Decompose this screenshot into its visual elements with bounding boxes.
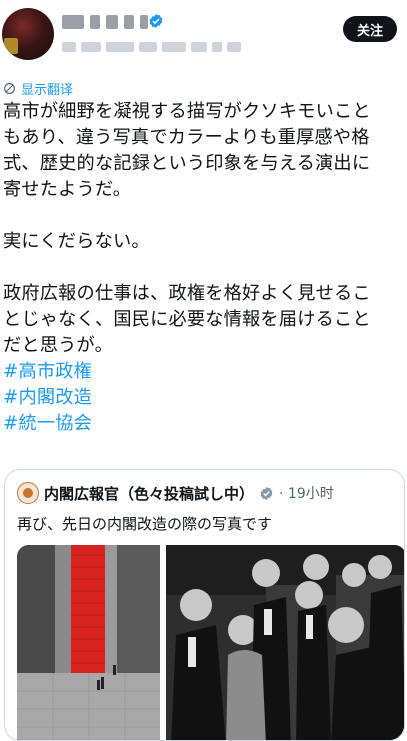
author-name-blurred[interactable] (62, 14, 148, 30)
translate-icon (4, 82, 15, 94)
post-line: もあり、違う写真でカラーよりも重厚感や格 (3, 127, 370, 148)
post-line: 実にくだらない。 (3, 231, 150, 252)
quote-header: 内閣広報官（色々投稿試し中） · 19小时 (17, 482, 334, 504)
quoted-post[interactable]: 内閣広報官（色々投稿試し中） · 19小时 再び、先日の内閣改造の際の写真です (4, 469, 405, 741)
post-line: だと思うが。 (3, 335, 113, 356)
quote-timestamp[interactable]: · 19小时 (279, 483, 334, 503)
quote-text: 再び、先日の内閣改造の際の写真です (17, 515, 273, 533)
hashtag-link[interactable]: #統一協会 (3, 411, 403, 437)
gray-check-icon (260, 486, 273, 500)
avatar-emblem (4, 38, 18, 54)
post-header: 关注 (0, 0, 407, 75)
post-body: 高市が細野を凝視する描写がクソキモいこと もあり、違う写真でカラーよりも重厚感や… (3, 99, 403, 437)
follow-button[interactable]: 关注 (343, 16, 397, 42)
cabinet-group-photo[interactable] (166, 545, 404, 740)
verified-badge-icon (149, 14, 163, 28)
post-line: 寄せたようだ。 (3, 179, 132, 200)
show-translation-link[interactable]: 显示翻译 (3, 79, 74, 98)
post-line: 式、歴史的な記録という印象を与える演出に (3, 153, 371, 174)
quote-author-name[interactable]: 内閣広報官（色々投稿試し中） (44, 483, 254, 504)
staircase-photo[interactable] (17, 545, 160, 740)
hashtag-link[interactable]: #高市政権 (3, 359, 403, 385)
quote-avatar[interactable] (17, 482, 39, 504)
post-line: 政府広報の仕事は、政権を格好よく見せるこ (3, 283, 371, 304)
show-translation-label: 显示翻译 (21, 82, 74, 98)
hashtag-link[interactable]: #内閣改造 (3, 385, 403, 411)
post-line: とじゃなく、国民に必要な情報を届けること (3, 309, 371, 330)
post-line: 高市が細野を凝視する描写がクソキモいこと (3, 101, 371, 122)
author-handle-blurred (62, 42, 241, 52)
author-avatar[interactable] (2, 8, 54, 60)
